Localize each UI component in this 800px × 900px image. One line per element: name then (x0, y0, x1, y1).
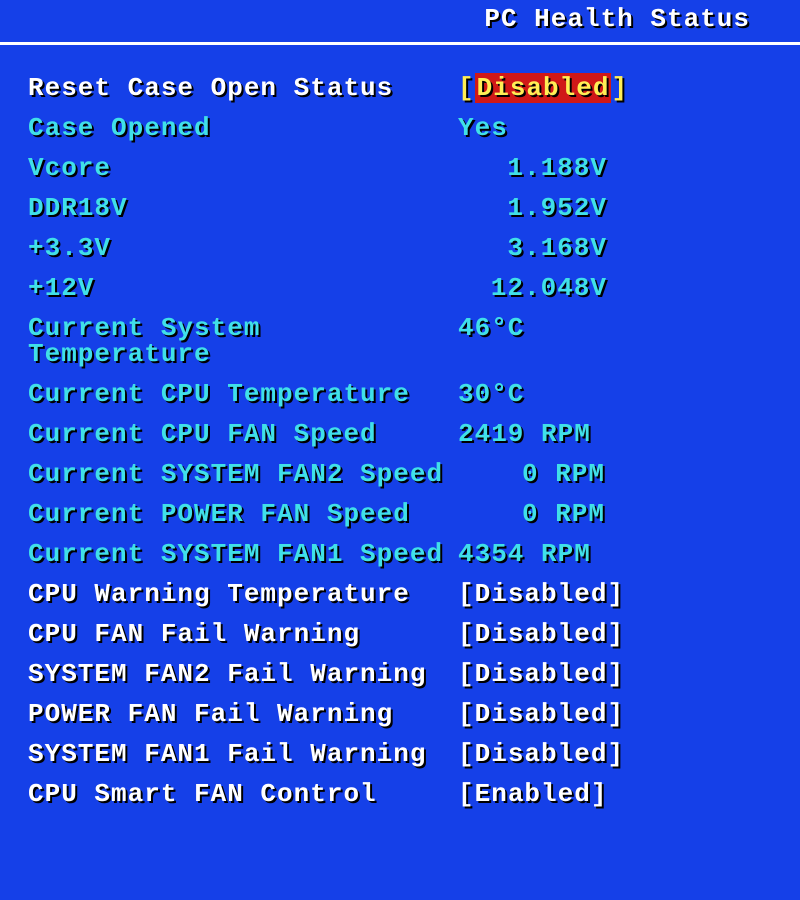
setting-value: 46°C (458, 315, 772, 367)
setting-value[interactable]: [Disabled] (458, 661, 772, 687)
setting-value: 12.048V (458, 275, 772, 301)
page-title: PC Health Status (0, 0, 800, 42)
setting-value: 3.168V (458, 235, 772, 261)
setting-row[interactable]: SYSTEM FAN1 Fail Warning[Disabled] (28, 741, 772, 767)
setting-label: CPU FAN Fail Warning (28, 621, 458, 647)
bracket-close: ] (607, 699, 624, 729)
setting-value: 30°C (458, 381, 772, 407)
setting-row[interactable]: SYSTEM FAN2 Fail Warning[Disabled] (28, 661, 772, 687)
bracket-close: ] (607, 739, 624, 769)
bracket-open: [ (458, 699, 475, 729)
setting-value: 1.952V (458, 195, 772, 221)
bracket-close: ] (607, 659, 624, 689)
setting-row: Current SYSTEM FAN1 Speed4354 RPM (28, 541, 772, 567)
setting-value[interactable]: [Disabled] (458, 581, 772, 607)
setting-value-text: 12.048V (491, 273, 607, 303)
setting-row[interactable]: CPU Smart FAN Control[Enabled] (28, 781, 772, 807)
setting-value-text: Disabled (475, 659, 608, 689)
setting-label: CPU Warning Temperature (28, 581, 458, 607)
divider (0, 42, 800, 45)
setting-label: DDR18V (28, 195, 458, 221)
bracket-open: [ (458, 619, 475, 649)
setting-label: Current System Temperature (28, 315, 458, 367)
setting-row[interactable]: CPU FAN Fail Warning[Disabled] (28, 621, 772, 647)
setting-label: Vcore (28, 155, 458, 181)
setting-label: Current CPU FAN Speed (28, 421, 458, 447)
bracket-open: [ (458, 659, 475, 689)
setting-label: Current SYSTEM FAN1 Speed (28, 541, 458, 567)
setting-value-text: 0 RPM (522, 499, 605, 529)
setting-value-text: 3.168V (507, 233, 607, 263)
setting-value: 2419 RPM (458, 421, 772, 447)
setting-row: Vcore 1.188V (28, 155, 772, 181)
setting-label: Current POWER FAN Speed (28, 501, 458, 527)
setting-row[interactable]: Reset Case Open Status[Disabled] (28, 75, 772, 101)
setting-value: 4354 RPM (458, 541, 772, 567)
setting-value-text: 2419 RPM (458, 419, 591, 449)
setting-label: Current CPU Temperature (28, 381, 458, 407)
setting-value[interactable]: [Disabled] (458, 741, 772, 767)
setting-label: Case Opened (28, 115, 458, 141)
setting-value-text: 1.952V (507, 193, 607, 223)
setting-value-text: 1.188V (507, 153, 607, 183)
setting-label: CPU Smart FAN Control (28, 781, 458, 807)
setting-value-text: 4354 RPM (458, 539, 591, 569)
setting-value[interactable]: [Disabled] (458, 701, 772, 727)
bracket-open: [ (458, 739, 475, 769)
setting-value-text: Disabled (475, 699, 608, 729)
setting-row: Current CPU FAN Speed2419 RPM (28, 421, 772, 447)
setting-label: POWER FAN Fail Warning (28, 701, 458, 727)
setting-value: 0 RPM (458, 501, 772, 527)
setting-row: +3.3V 3.168V (28, 235, 772, 261)
setting-value: Yes (458, 115, 772, 141)
setting-row[interactable]: CPU Warning Temperature[Disabled] (28, 581, 772, 607)
settings-list: Reset Case Open Status[Disabled]Case Ope… (0, 75, 800, 807)
setting-value[interactable]: [Disabled] (458, 75, 772, 101)
setting-row[interactable]: POWER FAN Fail Warning[Disabled] (28, 701, 772, 727)
setting-row: Current SYSTEM FAN2 Speed 0 RPM (28, 461, 772, 487)
setting-value-text: 0 RPM (522, 459, 605, 489)
setting-row: +12V 12.048V (28, 275, 772, 301)
setting-value-text: Disabled (475, 579, 608, 609)
setting-value-text: Yes (458, 113, 508, 143)
setting-label: Reset Case Open Status (28, 75, 458, 101)
setting-value-text: Disabled (475, 619, 608, 649)
setting-label: +12V (28, 275, 458, 301)
setting-label: SYSTEM FAN2 Fail Warning (28, 661, 458, 687)
bracket-open: [ (458, 779, 475, 809)
setting-label: Current SYSTEM FAN2 Speed (28, 461, 458, 487)
setting-row: Current CPU Temperature30°C (28, 381, 772, 407)
bracket-close: ] (611, 73, 628, 103)
setting-value: 1.188V (458, 155, 772, 181)
setting-value-text: 30°C (458, 379, 524, 409)
bracket-open: [ (458, 73, 475, 103)
setting-value[interactable]: [Enabled] (458, 781, 772, 807)
bracket-close: ] (591, 779, 608, 809)
setting-label: SYSTEM FAN1 Fail Warning (28, 741, 458, 767)
setting-value[interactable]: [Disabled] (458, 621, 772, 647)
bracket-close: ] (607, 579, 624, 609)
setting-value-text: 46°C (458, 313, 524, 343)
setting-value: 0 RPM (458, 461, 772, 487)
setting-value-text: Disabled (475, 73, 612, 103)
setting-row: Current POWER FAN Speed 0 RPM (28, 501, 772, 527)
setting-row: Case OpenedYes (28, 115, 772, 141)
bracket-open: [ (458, 579, 475, 609)
bracket-close: ] (607, 619, 624, 649)
setting-value-text: Enabled (475, 779, 591, 809)
setting-row: DDR18V 1.952V (28, 195, 772, 221)
setting-label: +3.3V (28, 235, 458, 261)
setting-value-text: Disabled (475, 739, 608, 769)
setting-row: Current System Temperature46°C (28, 315, 772, 367)
